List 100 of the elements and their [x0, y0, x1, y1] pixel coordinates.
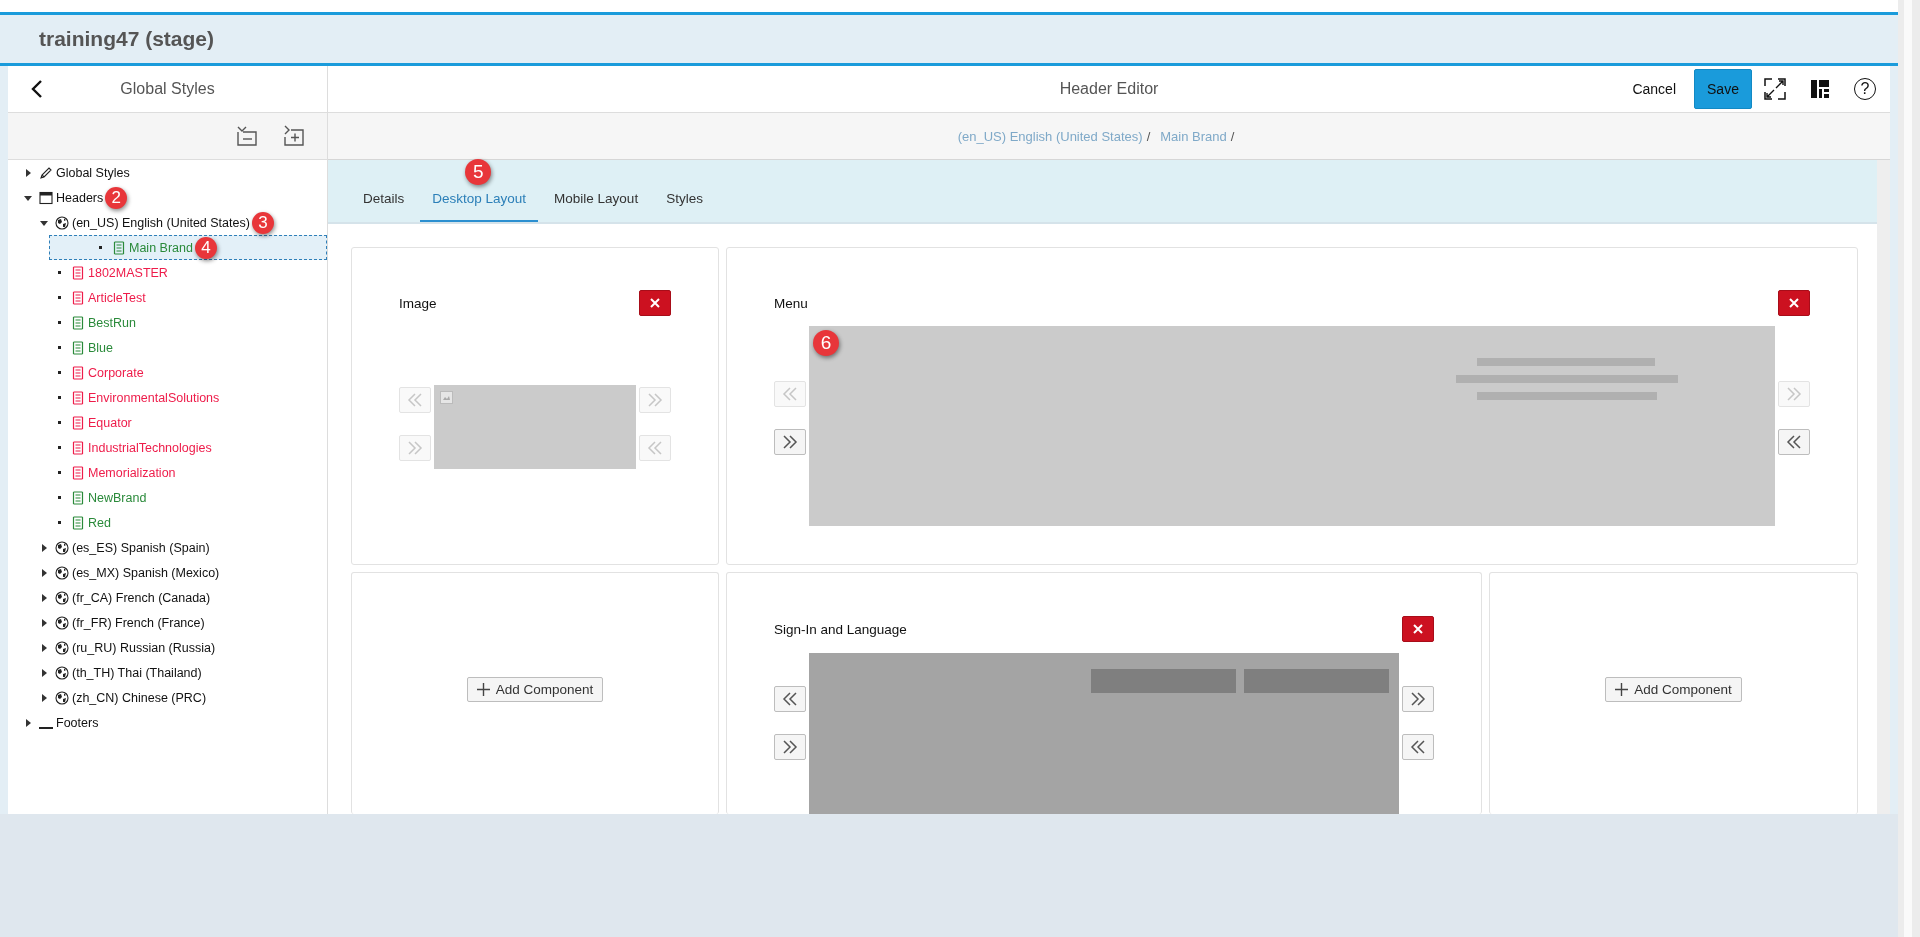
- bullet-icon: [58, 496, 61, 499]
- image-icon: [440, 391, 453, 404]
- tree-item[interactable]: Footers: [8, 710, 327, 735]
- brand-icon: [112, 240, 126, 255]
- tree-label: (es_ES) Spanish (Spain): [72, 540, 210, 555]
- tree-item[interactable]: EnvironmentalSolutions: [8, 385, 327, 410]
- tree-item[interactable]: Equator: [8, 410, 327, 435]
- tree-item[interactable]: (ru_RU) Russian (Russia): [8, 635, 327, 660]
- tree-item[interactable]: Headers 2: [8, 185, 327, 210]
- tree-label: (ru_RU) Russian (Russia): [72, 640, 216, 655]
- tab[interactable]: Mobile Layout: [542, 191, 651, 222]
- bullet-icon: [99, 246, 102, 249]
- move-left-button[interactable]: [1778, 429, 1810, 455]
- editor-title: Header Editor: [1059, 80, 1159, 98]
- tree-item[interactable]: Global Styles: [8, 160, 327, 185]
- globe-icon: [55, 215, 69, 230]
- brand-icon: [71, 440, 85, 455]
- brand-icon: [71, 415, 85, 430]
- expand-arrow-icon[interactable]: [23, 167, 33, 178]
- tree-item[interactable]: Corporate: [8, 360, 327, 385]
- tree-item[interactable]: (es_MX) Spanish (Mexico): [8, 560, 327, 585]
- brand-icon: [71, 515, 85, 530]
- step-badge: 5: [465, 159, 492, 185]
- brand-icon: [71, 340, 85, 355]
- bullet-icon: [58, 271, 61, 274]
- move-right-button[interactable]: [774, 734, 806, 760]
- tree-label: Main Brand: [129, 240, 193, 255]
- globe-icon: [55, 540, 69, 555]
- tree-item[interactable]: (es_ES) Spanish (Spain): [8, 535, 327, 560]
- tree-item[interactable]: IndustrialTechnologies: [8, 435, 327, 460]
- tree-label: Headers: [56, 190, 104, 205]
- expand-arrow-icon[interactable]: [23, 717, 33, 728]
- window-icon: [39, 190, 53, 205]
- tree-label: Corporate: [88, 365, 144, 380]
- tab[interactable]: Details: [351, 191, 417, 222]
- component-title: Menu: [774, 295, 808, 311]
- remove-button[interactable]: [1402, 616, 1434, 642]
- tree-label: Red: [88, 515, 111, 530]
- double-chevron-left-icon: [1410, 740, 1426, 754]
- expand-all-button[interactable]: [281, 123, 307, 149]
- tree-item[interactable]: BestRun: [8, 310, 327, 335]
- brand-icon: [71, 465, 85, 480]
- collapse-all-icon: [236, 125, 258, 147]
- tree-item[interactable]: Blue: [8, 335, 327, 360]
- tree-label: NewBrand: [88, 490, 147, 505]
- add-component-button[interactable]: Add Component: [1605, 677, 1742, 702]
- expand-arrow-icon[interactable]: [39, 642, 49, 653]
- tree-item[interactable]: (fr_FR) French (France): [8, 610, 327, 635]
- tree-item[interactable]: Memorialization: [8, 460, 327, 485]
- cancel-button[interactable]: Cancel: [1626, 75, 1682, 103]
- tree-label: Global Styles: [56, 165, 130, 180]
- double-chevron-right-icon: [647, 393, 663, 407]
- tree-label: (es_MX) Spanish (Mexico): [72, 565, 220, 580]
- tree-item[interactable]: (zh_CN) Chinese (PRC): [8, 685, 327, 710]
- breadcrumb-separator: /: [1146, 128, 1151, 144]
- globe-icon: [55, 565, 69, 580]
- add-component-button[interactable]: Add Component: [466, 677, 604, 702]
- step-badge: 2: [105, 186, 128, 209]
- breadcrumb-separator: /: [1230, 128, 1235, 144]
- tree-label: (fr_CA) French (Canada): [72, 590, 211, 605]
- plus-icon: [1615, 683, 1629, 696]
- double-chevron-left-icon: [782, 387, 798, 401]
- double-chevron-left-icon: [407, 393, 423, 407]
- tree-item[interactable]: (fr_CA) French (Canada): [8, 585, 327, 610]
- expand-arrow-icon[interactable]: [39, 542, 49, 553]
- move-left-button[interactable]: [774, 686, 806, 712]
- expand-arrow-icon[interactable]: [39, 692, 49, 703]
- brand-icon: [71, 365, 85, 380]
- tree-item[interactable]: (en_US) English (United States) 3: [8, 210, 327, 235]
- tree-label: Memorialization: [88, 465, 176, 480]
- tree-label: Equator: [88, 415, 132, 430]
- brand-icon: [71, 490, 85, 505]
- tree-label: BestRun: [88, 315, 136, 330]
- save-button[interactable]: Save: [1694, 69, 1752, 109]
- tree-label: 1802MASTER: [88, 265, 168, 280]
- expand-arrow-icon[interactable]: [39, 592, 49, 603]
- tree-label: IndustrialTechnologies: [88, 440, 212, 455]
- brand-icon: [71, 390, 85, 405]
- tree-item[interactable]: 1802MASTER: [8, 260, 327, 285]
- globe-icon: [55, 690, 69, 705]
- expand-arrow-icon[interactable]: [39, 667, 49, 678]
- globe-icon: [55, 640, 69, 655]
- move-left-button[interactable]: [1402, 734, 1434, 760]
- tree-item[interactable]: NewBrand: [8, 485, 327, 510]
- expand-arrow-icon[interactable]: [39, 617, 49, 628]
- remove-button[interactable]: [1778, 290, 1810, 316]
- remove-button[interactable]: [639, 290, 671, 316]
- expand-arrow-icon[interactable]: [39, 567, 49, 578]
- bullet-icon: [58, 321, 61, 324]
- tree-item[interactable]: Red: [8, 510, 327, 535]
- bullet-icon: [58, 446, 61, 449]
- tree-label: Footers: [56, 715, 99, 730]
- tree-label: (fr_FR) French (France): [72, 615, 205, 630]
- move-right-button[interactable]: [774, 429, 806, 455]
- double-chevron-right-icon: [1410, 692, 1426, 706]
- move-right-button[interactable]: [1402, 686, 1434, 712]
- tab[interactable]: Styles: [654, 191, 715, 222]
- tree-item[interactable]: Main Brand 4: [49, 235, 327, 260]
- tree-item[interactable]: (th_TH) Thai (Thailand): [8, 660, 327, 685]
- tree-item[interactable]: ArticleTest: [8, 285, 327, 310]
